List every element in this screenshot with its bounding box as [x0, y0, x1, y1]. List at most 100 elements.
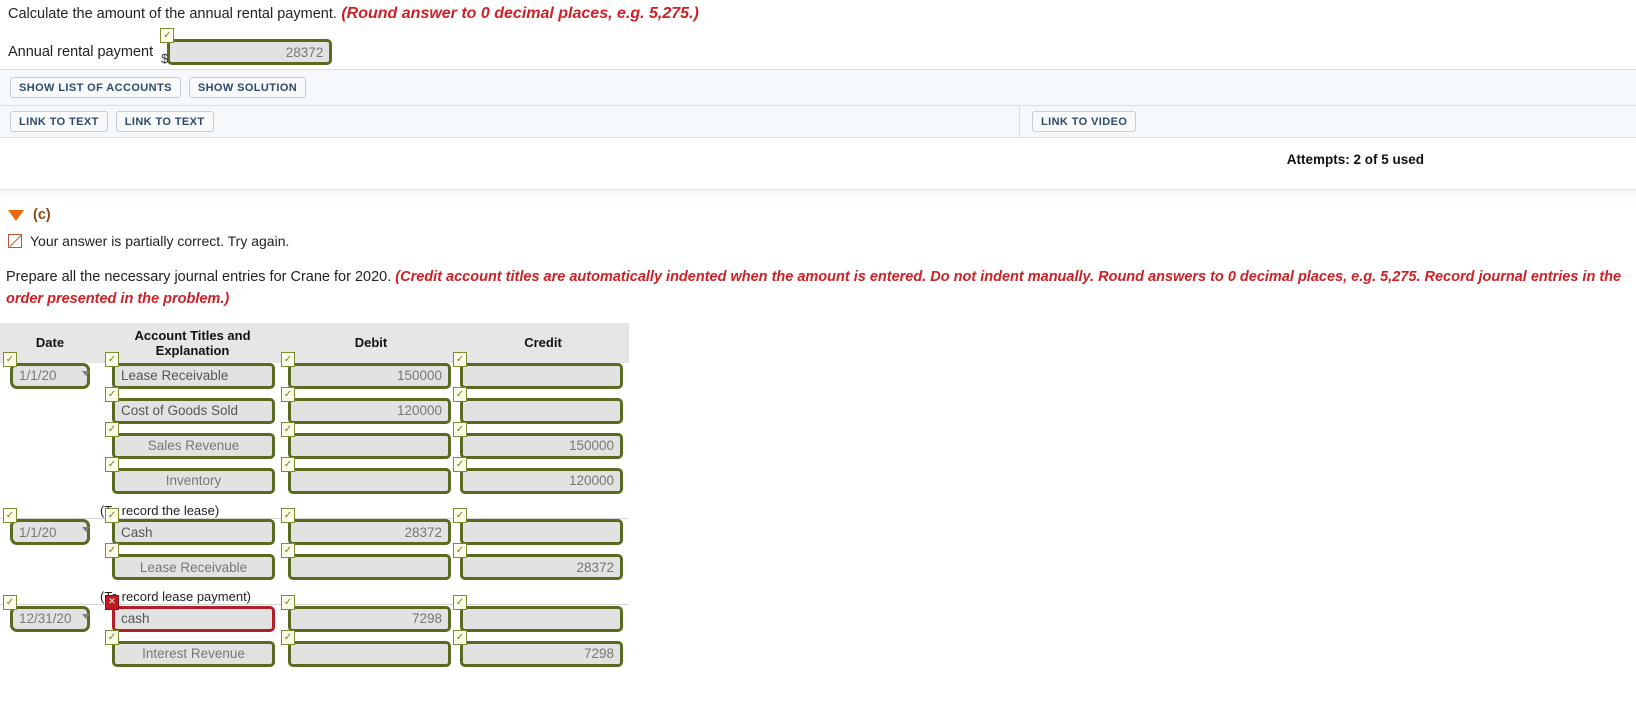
annual-rental-payment-input[interactable]: [167, 39, 333, 66]
credit-input[interactable]: [460, 605, 623, 632]
credit-field-wrap: ✓: [453, 386, 629, 424]
account-input[interactable]: [112, 397, 275, 424]
debit-input[interactable]: [288, 467, 451, 494]
table-row: ✓ ✓ ✓: [0, 421, 629, 468]
table-row: ✓1/1/20✓✓✓: [0, 508, 629, 554]
account-input[interactable]: [112, 362, 275, 389]
check-icon: ✓: [453, 543, 467, 559]
credit-field-wrap: ✓: [453, 421, 629, 459]
debit-input[interactable]: [288, 640, 451, 667]
account-input[interactable]: [112, 605, 275, 632]
empty-date-cell: [0, 468, 100, 503]
debit-field-wrap: ✓: [281, 543, 457, 581]
partially-correct-icon: [8, 234, 22, 249]
credit-input[interactable]: [460, 397, 623, 424]
part-c-status-text: Your answer is partially correct. Try ag…: [30, 233, 290, 250]
debit-cell: ✓: [281, 456, 457, 503]
account-cell: ✓: [100, 351, 285, 398]
account-field-wrap: ✓: [105, 508, 285, 546]
empty-date-cell: [0, 641, 100, 676]
date-select[interactable]: 12/31/20: [10, 605, 90, 632]
part-c-instruction-text: Prepare all the necessary journal entrie…: [6, 269, 396, 286]
date-field-wrap: ✓ 1/1/20: [3, 508, 100, 546]
check-icon: ✓: [105, 421, 119, 437]
link-to-video-button[interactable]: LINK TO VIDEO: [1032, 111, 1137, 133]
credit-input[interactable]: [460, 554, 623, 581]
check-icon: ✓: [3, 508, 17, 524]
account-input[interactable]: [112, 519, 275, 546]
column-header-account: Account Titles and Explanation: [100, 322, 285, 363]
show-solution-button[interactable]: SHOW SOLUTION: [188, 77, 307, 99]
date-select[interactable]: 1/1/20: [10, 362, 90, 389]
credit-cell: ✓: [453, 456, 629, 503]
account-field-wrap: ✓: [105, 543, 285, 581]
debit-input[interactable]: [288, 519, 451, 546]
check-icon: ✓: [105, 456, 119, 472]
account-input[interactable]: [112, 432, 275, 459]
debit-field-wrap: ✓: [281, 351, 457, 389]
debit-input[interactable]: [288, 362, 451, 389]
credit-input[interactable]: [460, 640, 623, 667]
part-a-prompt-hint: (Round answer to 0 decimal places, e.g. …: [341, 5, 699, 22]
date-cell: ✓ 1/1/20: [0, 351, 100, 398]
error-icon: ✕: [105, 594, 119, 610]
check-icon: ✓: [453, 456, 467, 472]
debit-cell: ✓: [281, 629, 457, 676]
check-icon: ✓: [453, 386, 467, 402]
currency-symbol: $: [161, 51, 169, 67]
check-icon: ✓: [105, 508, 119, 524]
date-field-wrap: ✓ 1/1/20: [3, 351, 100, 389]
debit-input[interactable]: [288, 554, 451, 581]
check-icon: ✓: [453, 594, 467, 610]
collapse-triangle-icon[interactable]: [8, 209, 24, 221]
date-cell: ✓ 12/31/20: [0, 594, 100, 641]
part-a-prompt: Calculate the amount of the annual renta…: [0, 0, 1636, 25]
link-to-text-button-2[interactable]: LINK TO TEXT: [115, 111, 214, 133]
accounts-toolbar: SHOW LIST OF ACCOUNTS SHOW SOLUTION: [0, 69, 1636, 107]
check-icon: ✓: [281, 594, 295, 610]
debit-input[interactable]: [288, 432, 451, 459]
credit-input[interactable]: [460, 432, 623, 459]
check-icon: ✓: [105, 386, 119, 402]
check-icon: ✓: [453, 421, 467, 437]
account-cell: ✓: [100, 543, 285, 589]
column-header-credit: Credit: [457, 322, 629, 363]
credit-field-wrap: ✓: [453, 351, 629, 389]
explanation-row: (To record the lease): [0, 503, 629, 519]
debit-cell: ✓: [281, 421, 457, 468]
table-row: ✓ ✓ ✓: [0, 629, 629, 676]
account-cell: ✓: [100, 421, 285, 468]
debit-cell: ✓: [281, 386, 457, 433]
attempts-counter: Attempts: 2 of 5 used: [1286, 152, 1424, 168]
account-field-wrap: ✕: [105, 594, 285, 632]
credit-cell: ✓: [453, 386, 629, 433]
part-c-status: Your answer is partially correct. Try ag…: [0, 227, 1636, 253]
explanation-text: (To record lease payment): [100, 589, 252, 605]
check-icon: ✓: [3, 594, 17, 610]
account-field-wrap: ✓: [105, 629, 285, 667]
table-row: ✓ ✓ ✓: [0, 543, 629, 589]
credit-field-wrap: ✓: [453, 456, 629, 494]
credit-input[interactable]: [460, 362, 623, 389]
check-icon: ✓: [453, 508, 467, 524]
check-icon: ✓: [453, 629, 467, 645]
show-list-of-accounts-button[interactable]: SHOW LIST OF ACCOUNTS: [10, 77, 181, 99]
link-to-text-button-1[interactable]: LINK TO TEXT: [10, 111, 108, 133]
date-cell: ✓ 1/1/20: [0, 508, 100, 554]
debit-field-wrap: ✓: [281, 508, 457, 546]
account-input[interactable]: [112, 640, 275, 667]
credit-cell: ✓: [453, 629, 629, 676]
part-a-prompt-text: Calculate the amount of the annual renta…: [8, 6, 337, 22]
empty-date-cell: [0, 433, 100, 468]
date-select[interactable]: 1/1/20: [10, 519, 90, 546]
account-input[interactable]: [112, 467, 275, 494]
debit-input[interactable]: [288, 605, 451, 632]
credit-cell: ✓: [453, 543, 629, 589]
credit-input[interactable]: [460, 467, 623, 494]
debit-input[interactable]: [288, 397, 451, 424]
account-cell: ✓: [100, 629, 285, 676]
debit-cell: ✓: [281, 594, 457, 641]
account-input[interactable]: [112, 554, 275, 581]
credit-input[interactable]: [460, 519, 623, 546]
annual-rental-payment-field-wrap: ✓: [160, 28, 333, 66]
